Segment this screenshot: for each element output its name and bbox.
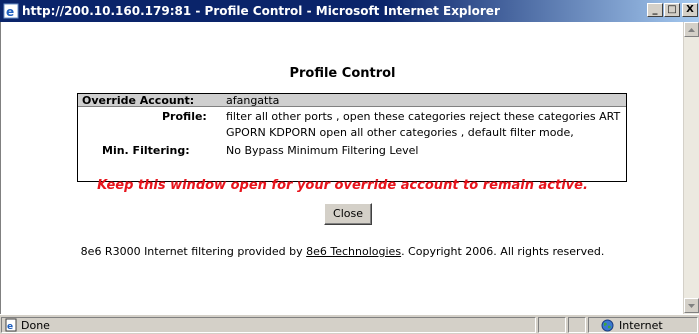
maximize-button[interactable]: □ [664,3,680,17]
globe-icon [601,319,614,332]
profile-info-table: Override Account: afangatta Profile: fil… [77,93,627,182]
warning-message: Keep this window open for your override … [97,178,588,193]
min-filtering-value: No Bypass Minimum Filtering Level [226,144,419,157]
close-button[interactable]: Close [324,203,372,225]
min-filtering-label: Min. Filtering: [102,144,190,157]
status-text: Done [21,319,50,332]
svg-text:e: e [7,322,13,332]
close-window-button[interactable]: X [682,3,698,17]
page-content: Profile Control Override Account: afanga… [0,22,683,314]
scroll-up-button[interactable] [684,22,699,37]
footer-copyright: 8e6 R3000 Internet filtering provided by… [1,245,684,258]
profile-label: Profile: [162,110,207,123]
status-text-pane: e Done [1,317,536,333]
8e6-technologies-link[interactable]: 8e6 Technologies [306,245,401,258]
svg-text:e: e [6,5,14,19]
vertical-scrollbar[interactable] [683,22,699,314]
footer-prefix: 8e6 R3000 Internet filtering provided by [80,245,307,258]
window-title: http://200.10.160.179:81 - Profile Contr… [22,4,500,18]
zone-pane: Internet [588,317,698,333]
internet-explorer-icon: e [3,3,19,19]
zone-text: Internet [619,319,663,332]
scroll-down-button[interactable] [684,298,699,313]
override-account-value: afangatta [226,94,280,107]
title-bar[interactable]: e http://200.10.160.179:81 - Profile Con… [0,0,699,22]
profile-value-line2: GPORN KDPORN open all other categories ,… [226,126,574,139]
status-pane-1 [538,317,566,333]
minimize-button[interactable]: _ [647,3,663,17]
override-account-label: Override Account: [82,94,195,107]
footer-suffix: . Copyright 2006. All rights reserved. [401,245,605,258]
profile-value-line1: filter all other ports , open these cate… [226,110,621,123]
status-pane-2 [568,317,586,333]
page-icon: e [5,318,17,332]
status-bar: e Done Internet [0,314,699,334]
page-title: Profile Control [289,66,396,81]
scroll-down-arrow-icon [688,304,695,308]
scroll-up-arrow-icon [688,28,695,32]
